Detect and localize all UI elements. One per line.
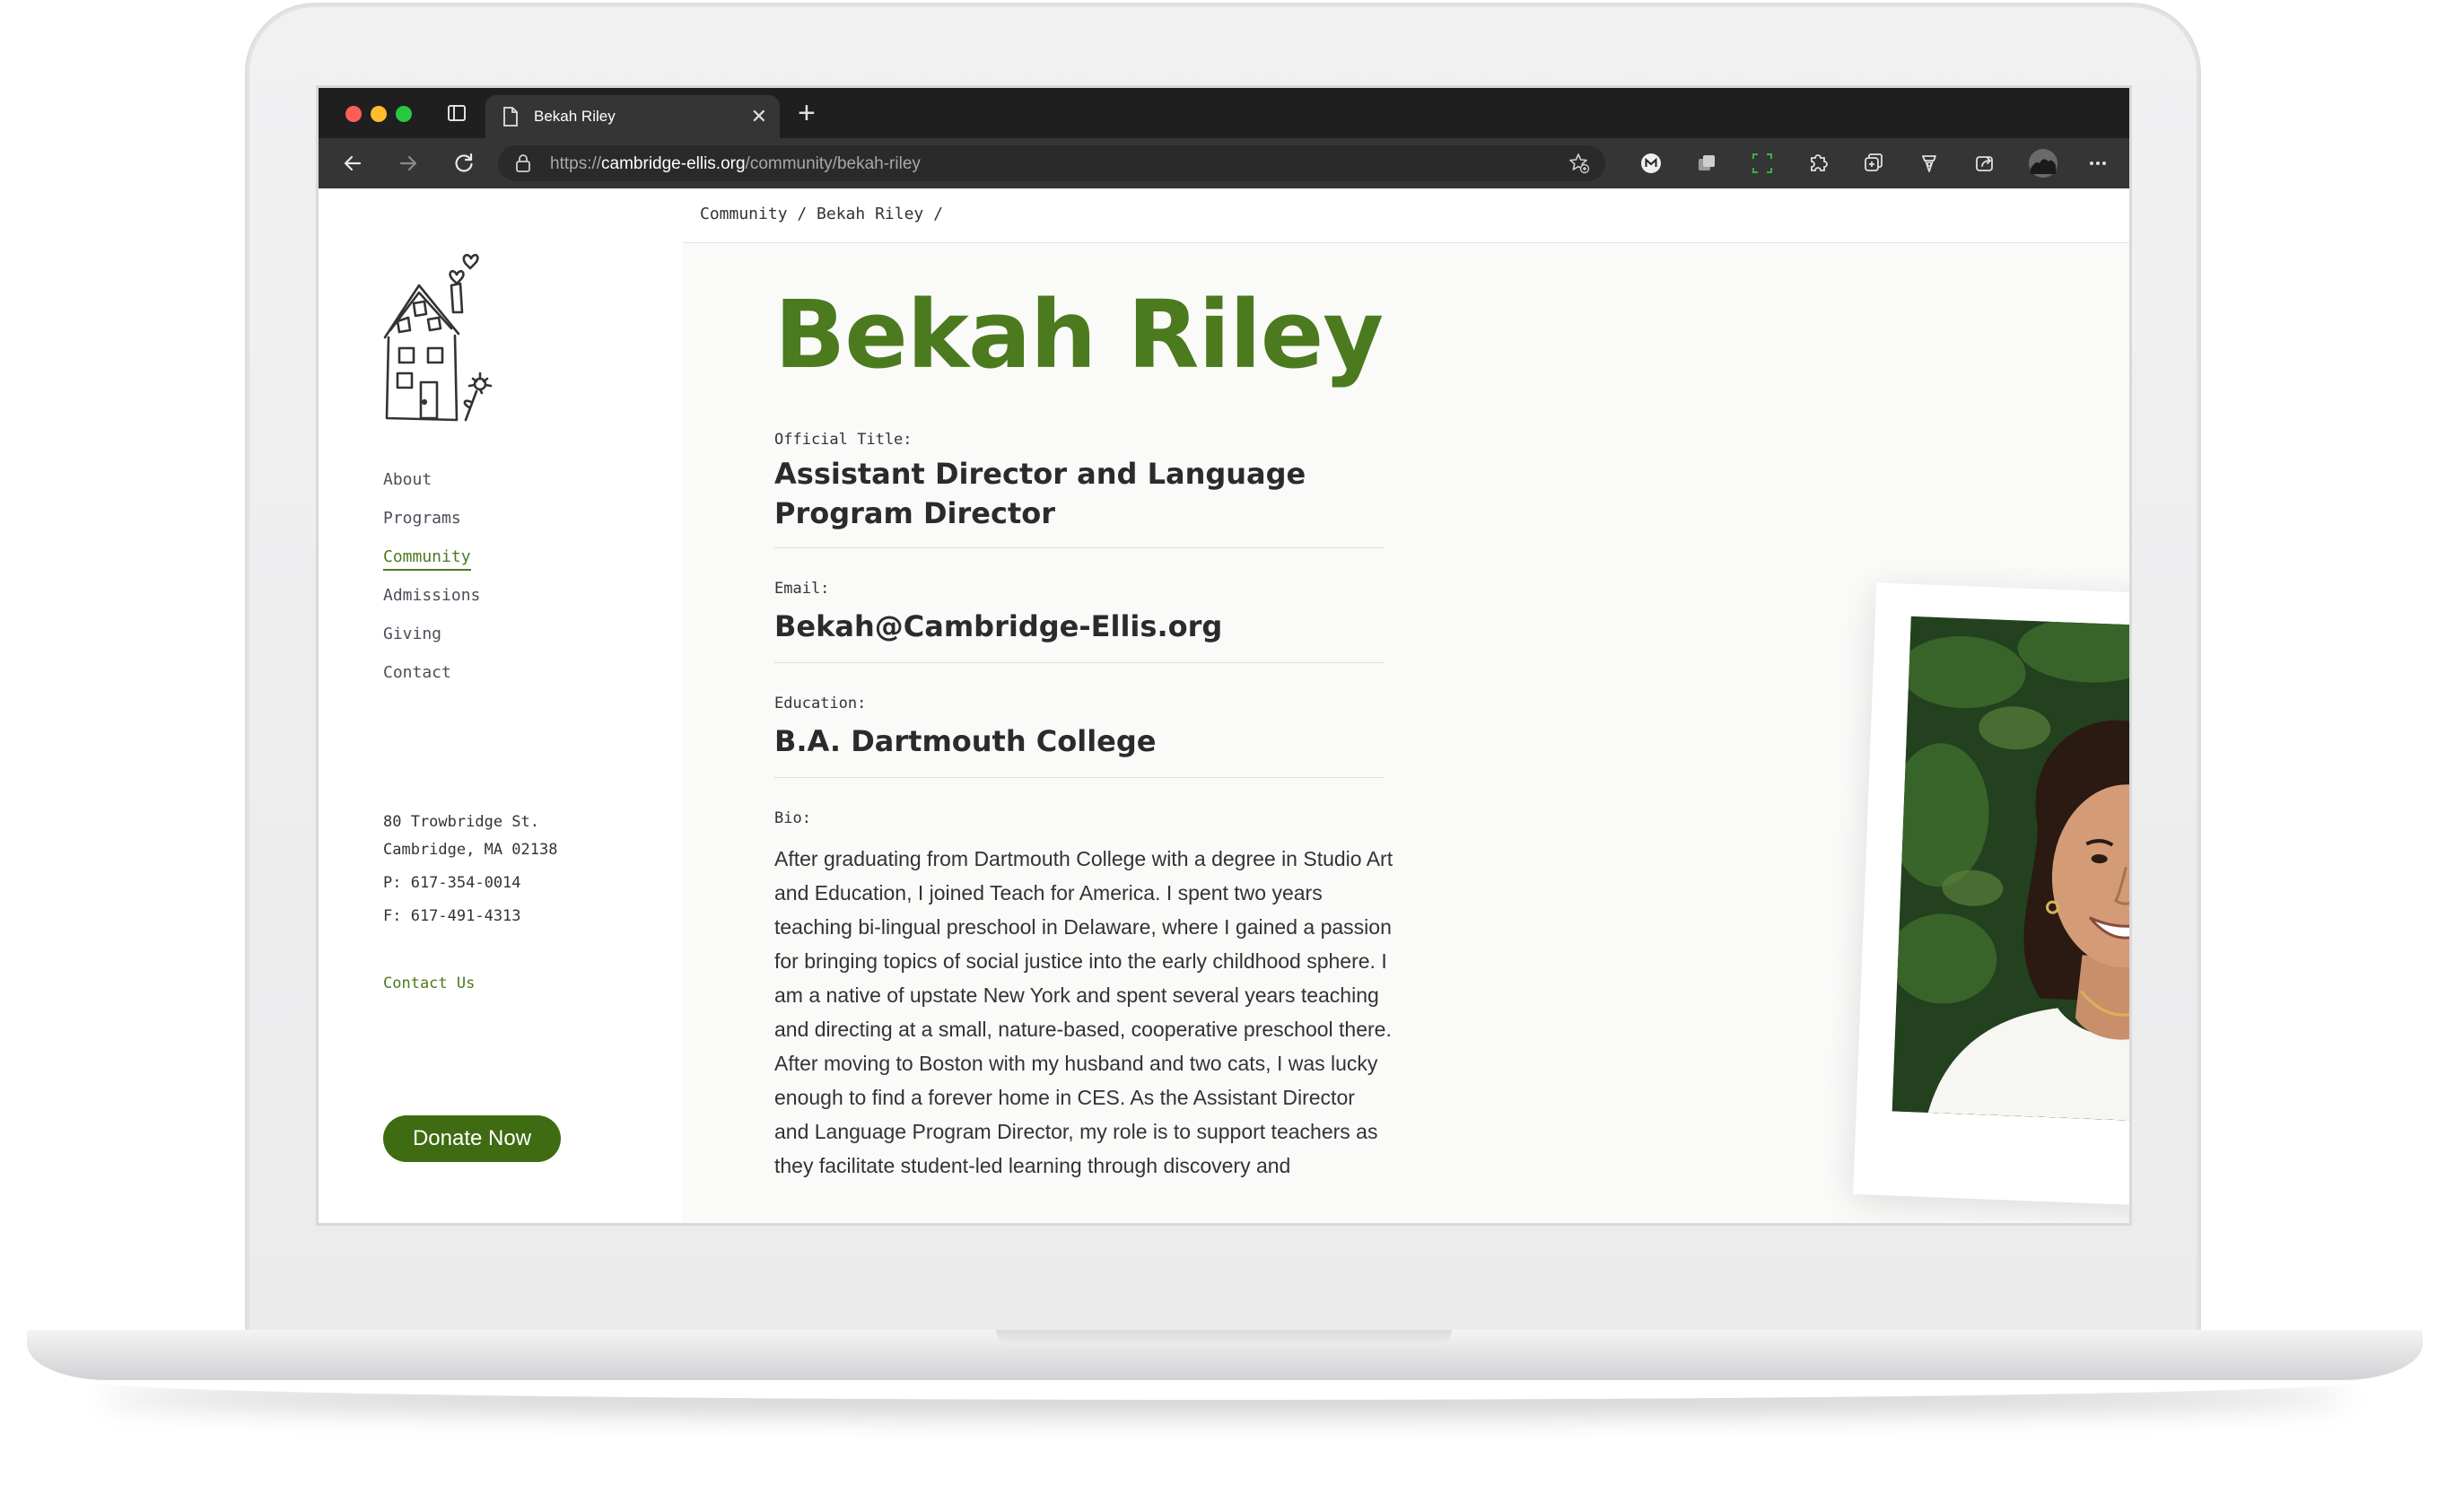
profile-name: Bekah Riley	[774, 280, 1384, 389]
email-label: Email:	[774, 580, 830, 598]
address-city: Cambridge, MA 02138	[383, 841, 558, 859]
new-tab-icon[interactable]: +	[798, 95, 816, 131]
title-label: Official Title:	[774, 431, 913, 449]
address-street: 80 Trowbridge St.	[383, 813, 539, 831]
add-favorite-icon[interactable]	[1568, 152, 1591, 175]
profile-photo-frame	[1853, 582, 2129, 1214]
profile-content: Bekah Riley Official Title: Assistant Di…	[774, 188, 2129, 1223]
bio-text: After graduating from Dartmouth College …	[774, 847, 1393, 1177]
page-icon	[503, 107, 518, 127]
url-scheme: https://	[550, 154, 602, 173]
close-window-button[interactable]	[345, 106, 362, 122]
url-text[interactable]: https://cambridge-ellis.org/community/be…	[550, 154, 921, 174]
nav-item-community[interactable]: Community	[383, 546, 480, 584]
close-tab-icon[interactable]: ✕	[751, 104, 767, 129]
address-bar[interactable]: https://cambridge-ellis.org/community/be…	[498, 145, 1605, 181]
education-label: Education:	[774, 695, 867, 712]
bio-label: Bio:	[774, 809, 811, 827]
title-value: Assistant Director and Language Program …	[774, 457, 1306, 530]
sidebar: About Programs Community Admissions Givi…	[319, 188, 682, 1223]
extension-m-icon[interactable]	[1638, 150, 1664, 177]
nav-item-giving[interactable]: Giving	[383, 623, 480, 661]
nav-label: Programs	[383, 509, 461, 528]
browser-toolbar: https://cambridge-ellis.org/community/be…	[319, 138, 2129, 189]
nav-item-admissions[interactable]: Admissions	[383, 584, 480, 623]
tab-title: Bekah Riley	[534, 108, 616, 125]
profile-avatar-icon[interactable]	[2027, 147, 2059, 179]
nav-label: Giving	[383, 625, 442, 643]
url-host: cambridge-ellis.org	[601, 154, 746, 173]
browser-essentials-icon[interactable]	[1916, 150, 1943, 177]
minimize-window-button[interactable]	[371, 106, 387, 122]
nav-label: Admissions	[383, 586, 481, 605]
donate-now-button[interactable]: Donate Now	[383, 1115, 561, 1162]
nav-label: Community	[383, 547, 471, 571]
divider	[774, 662, 1385, 663]
forward-icon[interactable]	[396, 151, 421, 176]
house-logo-icon[interactable]	[380, 248, 498, 427]
nav-item-programs[interactable]: Programs	[383, 507, 480, 546]
divider	[774, 777, 1385, 778]
nav-label: Contact	[383, 663, 451, 682]
lock-icon[interactable]	[514, 153, 532, 174]
back-icon[interactable]	[340, 151, 365, 176]
web-page: About Programs Community Admissions Givi…	[319, 188, 2129, 1223]
nav-item-about[interactable]: About	[383, 468, 480, 507]
contact-us-link[interactable]: Contact Us	[383, 974, 475, 992]
extensions-puzzle-icon[interactable]	[1804, 150, 1831, 177]
url-path: /community/bekah-riley	[745, 154, 921, 173]
tab-overview-icon[interactable]	[444, 101, 469, 126]
main-nav: About Programs Community Admissions Givi…	[383, 468, 480, 700]
school-address: 80 Trowbridge St. Cambridge, MA 02138 P:…	[383, 808, 557, 931]
phone-number[interactable]: P: 617-354-0014	[383, 869, 557, 898]
collections-icon[interactable]	[1860, 150, 1887, 177]
tab-bar: Bekah Riley ✕ +	[319, 88, 2129, 138]
portrait-illustration	[1891, 616, 2129, 1129]
nav-label: About	[383, 470, 432, 489]
browser-window: Bekah Riley ✕ + https://cambridge-ellis.…	[319, 88, 2129, 1223]
active-tab[interactable]: Bekah Riley ✕	[485, 95, 780, 138]
share-icon[interactable]	[1971, 150, 1998, 177]
extension-layers-icon[interactable]	[1693, 150, 1720, 177]
more-options-icon[interactable]	[2084, 150, 2111, 177]
nav-item-contact[interactable]: Contact	[383, 661, 480, 700]
email-value[interactable]: Bekah@Cambridge-Ellis.org	[774, 607, 1385, 646]
fax-number: F: 617-491-4313	[383, 907, 521, 925]
laptop-notch	[996, 1330, 1452, 1346]
zoom-window-button[interactable]	[396, 106, 412, 122]
divider	[774, 547, 1385, 548]
reload-icon[interactable]	[451, 151, 476, 176]
profile-photo	[1891, 616, 2129, 1129]
screenshot-capture-icon[interactable]	[1749, 150, 1776, 177]
education-value: B.A. Dartmouth College	[774, 724, 1157, 758]
